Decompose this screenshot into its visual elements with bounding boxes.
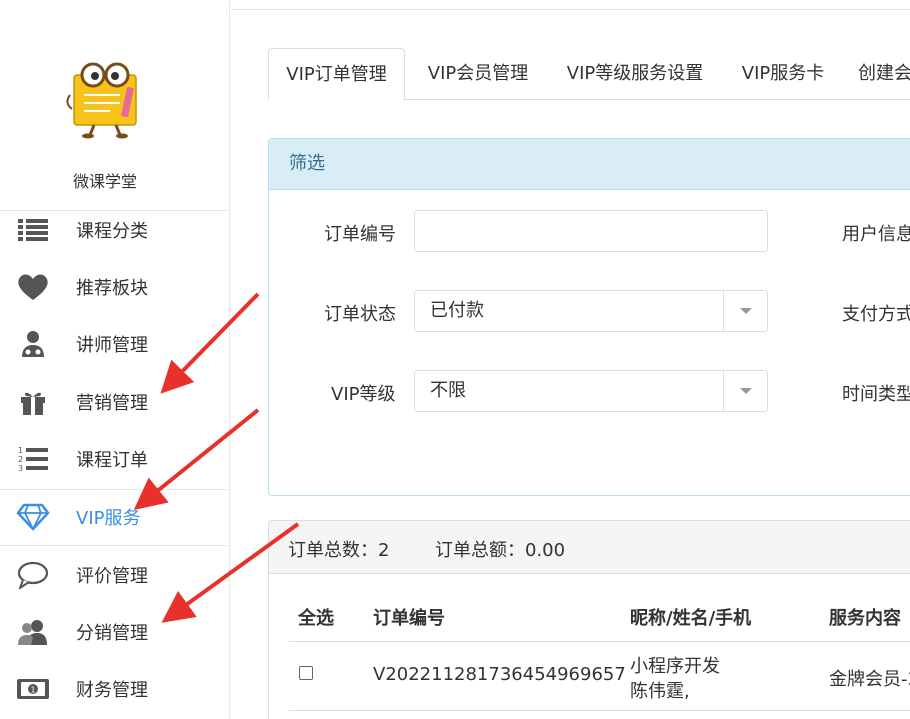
sidebar-item-course-category[interactable]: 课程分类 xyxy=(0,201,229,258)
sidebar-item-label: 财务管理 xyxy=(76,679,148,701)
filter-title: 筛选 xyxy=(269,139,910,190)
order-no-label: 订单编号 xyxy=(324,224,396,245)
select-all-header[interactable]: 全选 xyxy=(298,604,334,630)
svg-text:1: 1 xyxy=(31,685,36,694)
sidebar-item-vip[interactable]: VIP服务 xyxy=(0,488,229,545)
filter-panel: 筛选 订单编号 用户信息 订单状态 已付款 支付方式 VIP等级 不限 时间类型 xyxy=(268,138,910,496)
sidebar-item-finance[interactable]: 1 财务管理 xyxy=(0,660,229,717)
divider xyxy=(289,710,910,711)
comment-icon xyxy=(16,558,50,592)
heart-icon xyxy=(16,270,50,304)
money-icon: 1 xyxy=(16,672,50,706)
brand-name: 微课学堂 xyxy=(72,172,137,191)
diamond-icon xyxy=(16,500,50,534)
sidebar-item-label: 分销管理 xyxy=(76,622,148,644)
svg-text:2: 2 xyxy=(18,455,23,464)
sidebar-item-label: 推荐板块 xyxy=(76,277,148,299)
total-amount: 订单总额：0.00 xyxy=(435,540,566,561)
name-header: 昵称/姓名/手机 xyxy=(630,608,752,629)
sidebar-item-label: 讲师管理 xyxy=(76,334,148,356)
top-border xyxy=(231,9,910,10)
tab-bar: VIP订单管理 VIP会员管理 VIP等级服务设置 VIP服务卡 创建会 xyxy=(268,48,910,101)
user-info-label: 用户信息 xyxy=(842,224,910,245)
sidebar-item-label: 营销管理 xyxy=(76,392,148,414)
sidebar-item-label: 评价管理 xyxy=(76,565,148,587)
order-no-input[interactable] xyxy=(414,210,768,252)
svg-text:3: 3 xyxy=(18,464,23,473)
logo-icon xyxy=(60,55,150,145)
order-list-panel: 订单总数：2 订单总额：0.00 全选 订单编号 昵称/姓名/手机 服务内容 V… xyxy=(268,520,910,719)
sidebar-item-teacher[interactable]: 讲师管理 xyxy=(0,315,229,372)
nickname-cell: 小程序开发 xyxy=(630,656,720,677)
realname-cell: 陈伟霆, xyxy=(630,681,690,702)
sidebar-item-distribution[interactable]: 分销管理 xyxy=(0,603,229,660)
sidebar-item-review[interactable]: 评价管理 xyxy=(0,546,229,603)
vip-level-select[interactable]: 不限 xyxy=(414,370,768,412)
service-cell: 金牌会员-3 xyxy=(829,669,910,690)
list-icon xyxy=(16,213,50,247)
gift-icon xyxy=(16,385,50,419)
time-type-label: 时间类型 xyxy=(842,384,910,405)
summary-bar: 订单总数：2 订单总额：0.00 xyxy=(269,521,910,574)
numbered-list-icon: 123 xyxy=(16,442,50,476)
chevron-down-icon[interactable] xyxy=(723,371,767,411)
total-count: 订单总数：2 xyxy=(288,540,390,561)
order-status-select[interactable]: 已付款 xyxy=(414,290,768,332)
order-status-value: 已付款 xyxy=(430,300,484,321)
vip-level-value: 不限 xyxy=(430,380,466,401)
sidebar-item-recommend[interactable]: 推荐板块 xyxy=(0,258,229,315)
sidebar-item-course-order[interactable]: 123 课程订单 xyxy=(0,430,229,487)
pay-method-label: 支付方式 xyxy=(842,304,910,325)
tab-vip-level-settings[interactable]: VIP等级服务设置 xyxy=(558,48,712,100)
users-icon xyxy=(16,615,50,649)
teacher-icon xyxy=(16,327,50,361)
divider xyxy=(289,641,910,642)
tab-create[interactable]: 创建会 xyxy=(858,48,910,100)
row-checkbox[interactable] xyxy=(299,666,313,680)
order-no-cell: V20221128173645496965​7 xyxy=(373,664,626,685)
vip-level-label: VIP等级 xyxy=(331,384,396,405)
sidebar: 微课学堂 课程分类 推荐板块 讲师管理 营销管理 123 课程订单 VIP服务 … xyxy=(0,0,230,719)
sidebar-item-label: VIP服务 xyxy=(76,507,141,529)
service-header: 服务内容 xyxy=(829,608,901,629)
sidebar-item-label: 课程订单 xyxy=(76,449,148,471)
order-status-label: 订单状态 xyxy=(324,304,396,325)
svg-text:1: 1 xyxy=(18,446,23,455)
sidebar-item-marketing[interactable]: 营销管理 xyxy=(0,373,229,430)
order-no-header: 订单编号 xyxy=(373,608,445,629)
sidebar-item-label: 课程分类 xyxy=(76,220,148,242)
tab-vip-members[interactable]: VIP会员管理 xyxy=(418,48,538,100)
chevron-down-icon[interactable] xyxy=(723,291,767,331)
tab-vip-orders[interactable]: VIP订单管理 xyxy=(268,48,405,101)
tab-vip-card[interactable]: VIP服务卡 xyxy=(733,48,833,100)
